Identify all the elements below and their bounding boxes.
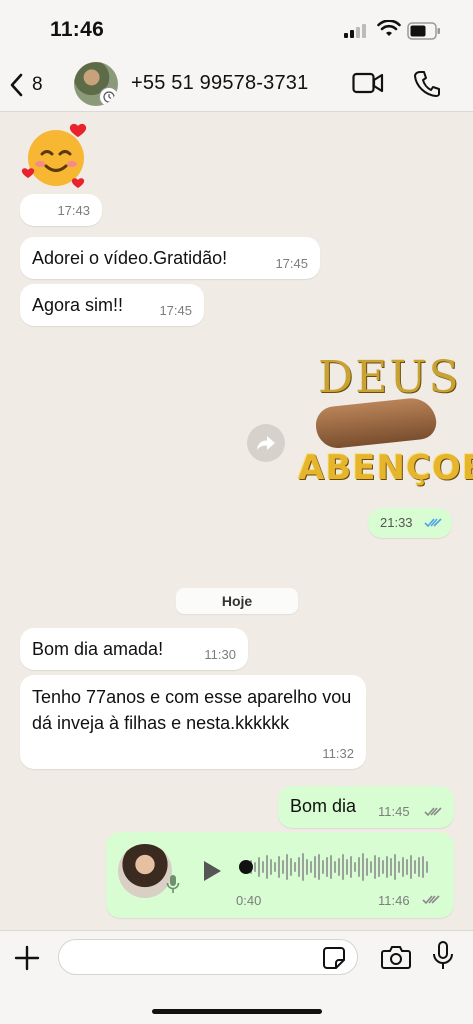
playback-scrubber[interactable] bbox=[239, 860, 253, 874]
plus-icon[interactable] bbox=[14, 945, 40, 971]
message-text: Agora sim!! bbox=[32, 295, 124, 315]
disappearing-timer-icon bbox=[99, 87, 118, 106]
chevron-left-icon bbox=[10, 73, 23, 97]
back-button[interactable]: 8 bbox=[10, 70, 54, 100]
message-bubble-incoming[interactable]: Bom dia amada! 11:30 bbox=[20, 628, 248, 670]
message-bubble-incoming[interactable]: Agora sim!! 17:45 bbox=[20, 284, 204, 326]
contact-avatar[interactable] bbox=[74, 62, 118, 106]
message-bubble-incoming[interactable]: Tenho 77anos e com esse aparelho vou dá … bbox=[20, 675, 366, 769]
cellular-signal-icon bbox=[344, 24, 366, 38]
message-bubble-incoming[interactable]: 17:43 bbox=[20, 194, 102, 226]
double-check-icon bbox=[424, 807, 442, 817]
message-time: 21:33 bbox=[380, 515, 413, 530]
message-text: Bom dia bbox=[290, 796, 357, 816]
sender-avatar bbox=[118, 844, 172, 898]
play-icon[interactable] bbox=[202, 860, 222, 882]
voice-message[interactable]: 0:40 11:46 bbox=[106, 832, 454, 918]
message-time: 11:30 bbox=[204, 647, 236, 662]
battery-icon bbox=[407, 22, 440, 40]
home-indicator bbox=[152, 1009, 322, 1014]
smiling-face-with-hearts-icon bbox=[21, 123, 87, 188]
message-text: Adorei o vídeo.Gratidão! bbox=[32, 248, 228, 268]
sticker-time-badge: 21:33 bbox=[368, 508, 452, 538]
message-time: 11:32 bbox=[322, 746, 354, 761]
message-bubble-incoming[interactable]: Adorei o vídeo.Gratidão! 17:45 bbox=[20, 237, 320, 279]
chat-header: 8 +55 51 99578-3731 bbox=[0, 58, 473, 112]
camera-icon[interactable] bbox=[381, 945, 411, 969]
message-time: 17:43 bbox=[57, 203, 90, 218]
chat-area[interactable]: 17:43 Adorei o vídeo.Gratidão! 17:45 Ago… bbox=[0, 112, 473, 930]
message-input[interactable] bbox=[58, 939, 358, 975]
forward-button[interactable] bbox=[247, 424, 285, 462]
phone-icon[interactable] bbox=[414, 70, 440, 98]
message-time: 17:45 bbox=[275, 256, 308, 271]
message-time: 11:46 bbox=[378, 893, 410, 908]
date-separator: Hoje bbox=[176, 588, 298, 614]
wifi-icon bbox=[377, 20, 401, 36]
message-time: 17:45 bbox=[159, 303, 192, 318]
microphone-icon[interactable] bbox=[432, 941, 454, 971]
unread-count: 8 bbox=[32, 74, 43, 95]
sticker-icon[interactable] bbox=[323, 947, 345, 969]
composer-bar bbox=[0, 930, 473, 1024]
blessing-hand-image bbox=[314, 395, 438, 451]
status-time: 11:46 bbox=[50, 18, 105, 41]
audio-waveform[interactable] bbox=[246, 852, 428, 882]
sticker-text-top: DEUS bbox=[318, 352, 461, 403]
message-bubble-outgoing[interactable]: Bom dia 11:45 bbox=[278, 786, 454, 828]
contact-name[interactable]: +55 51 99578-3731 bbox=[131, 72, 308, 95]
video-call-icon[interactable] bbox=[352, 72, 384, 94]
status-bar: 11:46 bbox=[0, 0, 473, 58]
message-text: Bom dia amada! bbox=[32, 639, 164, 659]
sticker-text-bottom: ABENÇOE bbox=[298, 448, 473, 488]
message-text: Tenho 77anos e com esse aparelho vou dá … bbox=[32, 687, 352, 733]
double-check-icon bbox=[422, 895, 440, 905]
microphone-icon bbox=[166, 875, 180, 893]
sticker-message[interactable]: DEUS ABENÇOE bbox=[298, 352, 473, 492]
double-check-icon bbox=[424, 518, 442, 528]
message-time: 11:45 bbox=[378, 804, 410, 819]
forward-icon bbox=[257, 436, 275, 450]
emoji-message bbox=[20, 120, 92, 192]
voice-duration: 0:40 bbox=[236, 893, 262, 908]
